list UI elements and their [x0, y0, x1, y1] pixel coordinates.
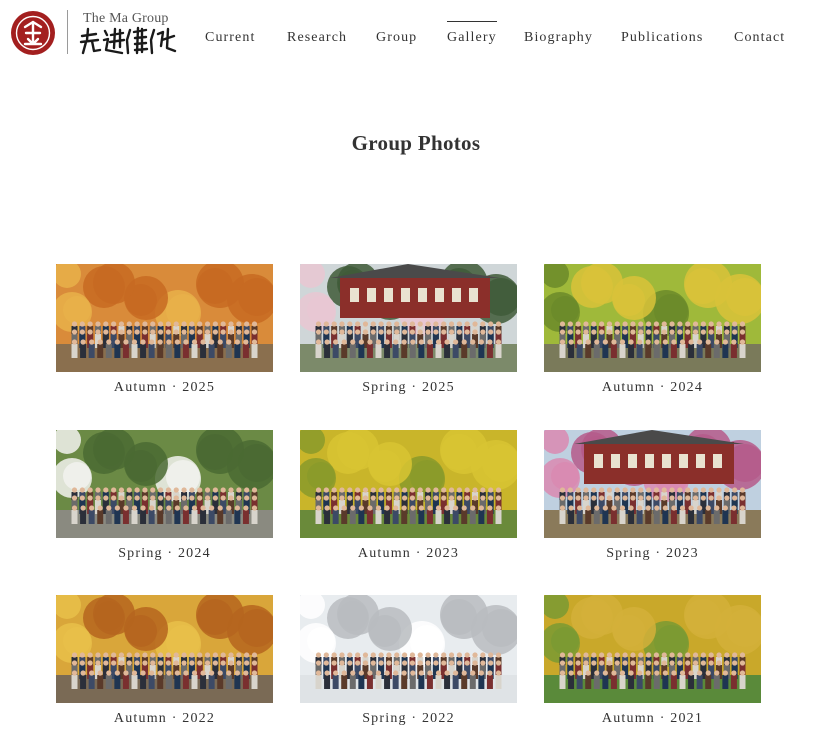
gallery-item[interactable]: Autumn · 2024 — [544, 264, 761, 395]
photo-caption: Autumn · 2024 — [601, 380, 704, 395]
photo-caption: Spring · 2022 — [362, 711, 455, 726]
group-photo[interactable] — [300, 595, 517, 703]
group-name: The Ma Group — [83, 11, 169, 26]
nav-item-current[interactable]: Current — [205, 30, 255, 46]
group-photo[interactable] — [300, 430, 517, 538]
site-header: The Ma Group Current Research Group Gall… — [0, 0, 832, 70]
group-photo[interactable] — [56, 264, 273, 372]
gallery-item[interactable]: Autumn · 2025 — [56, 264, 273, 395]
group-photo[interactable] — [56, 430, 273, 538]
logo-divider — [67, 10, 68, 54]
nav-item-biography[interactable]: Biography — [524, 30, 593, 46]
photo-caption: Autumn · 2025 — [113, 380, 216, 395]
gallery-item[interactable]: Spring · 2022 — [300, 595, 517, 726]
photo-caption: Autumn · 2021 — [601, 711, 704, 726]
nav-item-contact[interactable]: Contact — [734, 30, 785, 46]
gallery-item[interactable]: Autumn · 2022 — [56, 595, 273, 726]
gallery-item[interactable]: Autumn · 2021 — [544, 595, 761, 726]
gallery-item[interactable]: Spring · 2024 — [56, 430, 273, 561]
group-photo[interactable] — [300, 264, 517, 372]
gallery-item[interactable]: Spring · 2023 — [544, 430, 761, 561]
photo-caption: Spring · 2025 — [362, 380, 455, 395]
gallery-item[interactable]: Autumn · 2023 — [300, 430, 517, 561]
photo-caption: Spring · 2024 — [118, 546, 211, 561]
group-photo[interactable] — [544, 264, 761, 372]
page-title: Group Photos — [351, 131, 481, 155]
group-photo[interactable] — [544, 595, 761, 703]
group-photo[interactable] — [56, 595, 273, 703]
nav-item-group[interactable]: Group — [376, 30, 417, 46]
photo-caption: Autumn · 2023 — [357, 546, 460, 561]
university-seal-icon[interactable] — [10, 10, 56, 56]
nav-item-publications[interactable]: Publications — [621, 30, 703, 46]
photo-caption: Autumn · 2022 — [113, 711, 216, 726]
calligraphy-logo-icon — [79, 26, 177, 55]
photo-caption: Spring · 2023 — [606, 546, 699, 561]
nav-item-research[interactable]: Research — [287, 30, 347, 46]
group-photo[interactable] — [544, 430, 761, 538]
gallery-item[interactable]: Spring · 2025 — [300, 264, 517, 395]
nav-item-gallery[interactable]: Gallery — [447, 21, 497, 46]
